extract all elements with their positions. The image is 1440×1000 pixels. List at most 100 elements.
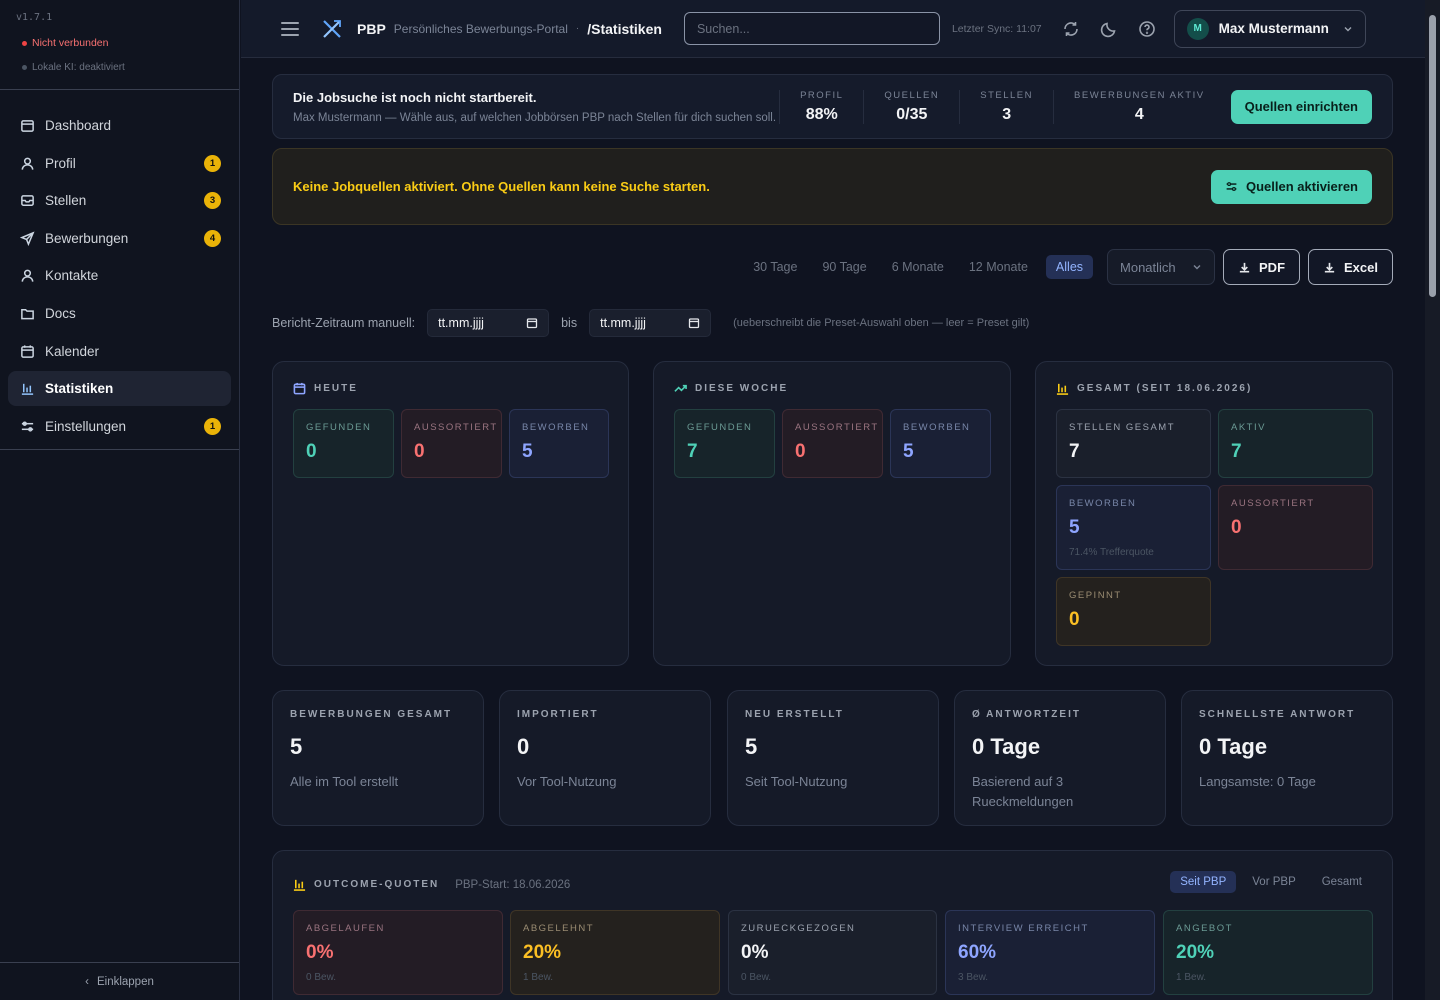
chevron-down-icon xyxy=(1193,265,1201,270)
preset-12-monate[interactable]: 12 Monate xyxy=(969,260,1028,274)
sidebar-item-statistiken[interactable]: Statistiken xyxy=(8,371,231,407)
user-name: Max Mustermann xyxy=(1218,21,1329,36)
sidebar-item-label: Kontakte xyxy=(45,268,99,284)
sidebar-item-dashboard[interactable]: Dashboard xyxy=(8,108,231,143)
kpi-stellen: STELLEN 3 xyxy=(959,89,1053,124)
send-icon xyxy=(20,231,35,246)
sidebar-item-kontakte[interactable]: Kontakte xyxy=(8,258,231,293)
sidebar-item-stellen[interactable]: Stellen 3 xyxy=(8,183,231,218)
preset-30-tage[interactable]: 30 Tage xyxy=(753,260,797,274)
date-from-input[interactable]: tt.mm.jjjj xyxy=(427,309,550,337)
stat-schnellste-antwort: SCHNELLSTE ANTWORT 0 Tage Langsamste: 0 … xyxy=(1181,690,1393,826)
top-header: PBP Persönliches Bewerbungs-Portal · /St… xyxy=(241,0,1425,58)
activate-sources-button[interactable]: Quellen aktivieren xyxy=(1211,169,1372,204)
count-badge: 3 xyxy=(204,192,221,210)
tab-seit-pbp[interactable]: Seit PBP xyxy=(1170,871,1237,893)
search-input[interactable] xyxy=(683,12,940,45)
app-version: v1.7.1 xyxy=(16,12,53,23)
sidebar-item-docs[interactable]: Docs xyxy=(8,296,231,331)
trending-up-icon xyxy=(674,384,687,392)
kpi-quellen: QUELLEN 0/35 xyxy=(863,89,959,124)
calendar-grid-icon xyxy=(21,344,34,358)
stat-antwortzeit: Ø ANTWORTZEIT 0 Tage Basierend auf 3 Rue… xyxy=(954,690,1166,826)
panel-diese-woche: DIESE WOCHE GEFUNDEN 7 AUSSORTIERT 0 BEW… xyxy=(653,361,1011,666)
stat-neu-erstellt: NEU ERSTELLT 5 Seit Tool-Nutzung xyxy=(727,690,939,826)
stat-importiert: IMPORTIERT 0 Vor Tool-Nutzung xyxy=(499,690,711,826)
date-to-input[interactable]: tt.mm.jjjj xyxy=(589,309,712,337)
user-icon xyxy=(21,157,34,170)
status-dot-icon xyxy=(22,65,27,70)
preset-90-tage[interactable]: 90 Tage xyxy=(822,260,866,274)
sidebar-item-profil[interactable]: Profil 1 xyxy=(8,146,231,181)
readiness-banner: Die Jobsuche ist noch nicht startbereit.… xyxy=(272,74,1393,139)
sidebar-item-einstellungen[interactable]: Einstellungen 1 xyxy=(8,409,231,444)
help-icon[interactable] xyxy=(1138,20,1156,38)
count-badge: 1 xyxy=(204,154,221,172)
sidebar: v1.7.1 Nicht verbunden Lokale KI: deakti… xyxy=(0,0,240,1000)
calendar-icon xyxy=(688,318,700,329)
outcome-interview-erreicht: INTERVIEW ERREICHT 60% 3 Bew. xyxy=(945,910,1155,995)
sidebar-item-label: Bewerbungen xyxy=(45,230,129,246)
collapse-sidebar-button[interactable]: ‹ Einklappen xyxy=(0,962,239,1000)
panel-gesamt: GESAMT (SEIT 18.06.2026) STELLEN GESAMT … xyxy=(1035,361,1393,666)
local-ai-status: Lokale KI: deaktiviert xyxy=(16,62,223,73)
sidebar-item-label: Docs xyxy=(45,305,76,321)
refresh-icon[interactable] xyxy=(1062,20,1080,38)
total-aussortiert: AUSSORTIERT 0 xyxy=(1218,485,1373,570)
breadcrumb-separator: · xyxy=(575,23,580,34)
export-pdf-button[interactable]: PDF xyxy=(1223,249,1301,285)
moon-icon[interactable] xyxy=(1100,20,1118,38)
sliders-icon xyxy=(1226,182,1237,191)
today-beworben: BEWORBEN 5 xyxy=(509,409,609,478)
user-menu-button[interactable]: M Max Mustermann xyxy=(1173,9,1366,48)
export-excel-button[interactable]: Excel xyxy=(1308,249,1393,285)
chevron-left-icon: ‹ xyxy=(85,975,89,988)
stat-bewerbungen-gesamt: BEWERBUNGEN GESAMT 5 Alle im Tool erstel… xyxy=(272,690,484,826)
warning-text: Keine Jobquellen aktiviert. Ohne Quellen… xyxy=(293,179,710,194)
brand-subtitle: Persönliches Bewerbungs-Portal xyxy=(393,21,568,36)
calendar-icon xyxy=(293,382,306,395)
date-range: Bericht-Zeitraum manuell: tt.mm.jjjj bis… xyxy=(272,309,1029,337)
sidebar-item-label: Statistiken xyxy=(45,381,114,397)
sidebar-item-label: Kalender xyxy=(45,343,100,359)
panel-title: HEUTE xyxy=(314,383,358,394)
sidebar-item-kalender[interactable]: Kalender xyxy=(8,334,231,369)
warning-banner: Keine Jobquellen aktiviert. Ohne Quellen… xyxy=(272,148,1393,225)
kpi-bewerbungen-aktiv: BEWERBUNGEN AKTIV 4 xyxy=(1053,89,1225,124)
panel-heute: HEUTE GEFUNDEN 0 AUSSORTIERT 0 BEWORBEN … xyxy=(272,361,629,666)
sidebar-item-label: Stellen xyxy=(45,193,87,209)
kpi-profil: PROFIL 88% xyxy=(779,89,863,124)
bar-chart-icon xyxy=(21,383,34,396)
menu-icon[interactable] xyxy=(281,21,299,36)
status-dot-icon xyxy=(22,40,27,46)
scrollbar-thumb[interactable] xyxy=(1429,15,1436,297)
contacts-icon xyxy=(21,269,34,283)
outcome-range-tabs: Seit PBP Vor PBP Gesamt xyxy=(1170,871,1372,893)
page-scrollbar[interactable] xyxy=(1425,0,1440,1000)
bar-chart-icon xyxy=(293,879,306,891)
preset-alles[interactable]: Alles xyxy=(1045,255,1094,279)
week-gefunden: GEFUNDEN 7 xyxy=(674,409,775,478)
interval-select[interactable]: Monatlich xyxy=(1107,249,1216,285)
readiness-subtitle: Max Mustermann — Wähle aus, auf welchen … xyxy=(293,111,777,124)
setup-sources-button[interactable]: Quellen einrichten xyxy=(1230,89,1372,124)
chevron-down-icon xyxy=(1344,26,1352,31)
tab-gesamt[interactable]: Gesamt xyxy=(1312,871,1372,893)
total-stellen-gesamt: STELLEN GESAMT 7 xyxy=(1056,409,1211,478)
panel-title: OUTCOME-QUOTEN xyxy=(314,879,440,890)
sidebar-item-bewerbungen[interactable]: Bewerbungen 4 xyxy=(8,221,231,256)
calendar-icon xyxy=(526,318,538,329)
logo-icon xyxy=(323,19,341,38)
breadcrumb: /Statistiken xyxy=(587,20,662,37)
pbp-start-date: PBP-Start: 18.06.2026 xyxy=(455,878,571,891)
today-aussortiert: AUSSORTIERT 0 xyxy=(401,409,502,478)
sidebar-nav: Dashboard Profil 1 Stellen 3 Bewerbungen… xyxy=(0,90,239,450)
preset-6-monate[interactable]: 6 Monate xyxy=(892,260,944,274)
total-aktiv: AKTIV 7 xyxy=(1218,409,1373,478)
download-icon xyxy=(1324,262,1335,273)
total-gepinnt: GEPINNT 0 xyxy=(1056,577,1211,646)
avatar: M xyxy=(1186,17,1209,40)
sidebar-status: v1.7.1 Nicht verbunden Lokale KI: deakti… xyxy=(0,0,239,90)
report-filters: 30 Tage 90 Tage 6 Monate 12 Monate Alles… xyxy=(272,249,1393,285)
tab-vor-pbp[interactable]: Vor PBP xyxy=(1242,871,1305,893)
